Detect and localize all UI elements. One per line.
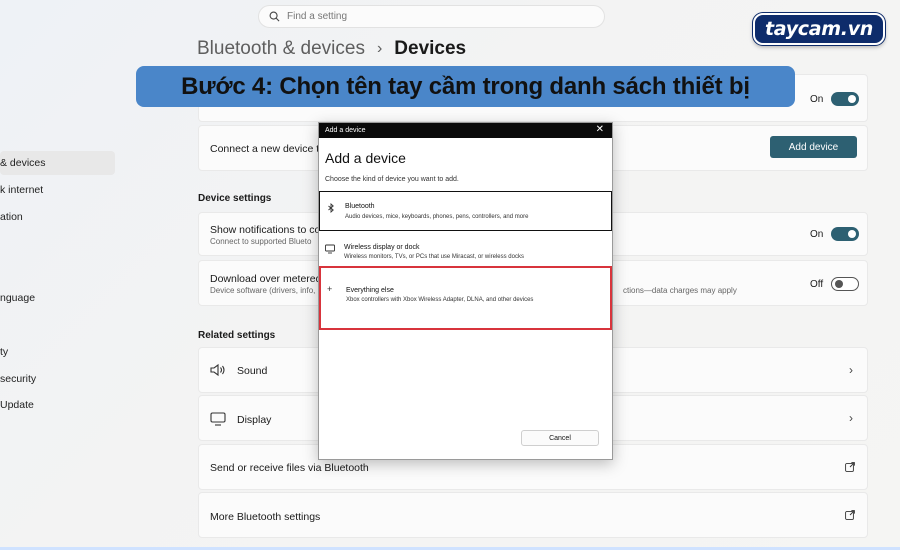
sidebar-item-label: nguage	[0, 292, 36, 304]
add-device-dialog: Add a device ✕ Add a device Choose the k…	[318, 122, 613, 460]
metered-toggle[interactable]	[831, 277, 859, 291]
sidebar-item-language[interactable]: nguage	[0, 286, 115, 310]
breadcrumb-parent[interactable]: Bluetooth & devices	[197, 38, 365, 60]
instruction-banner: Bước 4: Chọn tên tay cầm trong danh sách…	[136, 66, 795, 107]
sidebar-item-label: & devices	[0, 157, 46, 169]
notifications-toggle[interactable]	[831, 227, 859, 241]
add-device-button[interactable]: Add device	[770, 136, 857, 158]
metered-download-title: Download over metered co	[210, 273, 336, 285]
option-bluetooth-title: Bluetooth	[345, 203, 375, 210]
option-wireless-display-title: Wireless display or dock	[344, 244, 420, 251]
sidebar-item-privacy-security[interactable]: security	[0, 367, 115, 391]
device-settings-heading: Device settings	[198, 193, 272, 204]
option-bluetooth[interactable]: Bluetooth Audio devices, mice, keyboards…	[319, 191, 612, 231]
dialog-titlebar: Add a device ✕	[319, 123, 612, 138]
metered-download-subtitle-end: ctions—data charges may apply	[623, 286, 737, 295]
sidebar-item-label: k internet	[0, 184, 44, 196]
bluetooth-icon	[328, 203, 334, 213]
sidebar-item-label: security	[0, 373, 37, 385]
connect-device-title: Connect a new device to "	[210, 143, 332, 155]
speaker-icon	[210, 363, 225, 377]
chevron-right-icon: ›	[849, 411, 853, 425]
monitor-icon	[210, 412, 226, 426]
option-everything-else-subtitle: Xbox controllers with Xbox Wireless Adap…	[346, 297, 534, 303]
external-link-icon	[845, 510, 855, 520]
metered-toggle-label: Off	[810, 279, 824, 290]
dialog-heading: Add a device	[325, 150, 406, 166]
option-everything-else[interactable]: + Everything else Xbox controllers with …	[319, 266, 612, 330]
search-box[interactable]	[258, 5, 605, 28]
dialog-description: Choose the kind of device you want to ad…	[325, 176, 459, 183]
notifications-toggle-label: On	[810, 229, 824, 240]
breadcrumb-separator: ›	[376, 40, 383, 57]
sidebar-item-label: ation	[0, 211, 23, 223]
option-bluetooth-subtitle: Audio devices, mice, keyboards, phones, …	[345, 214, 529, 220]
sidebar-item-windows-update[interactable]: Update	[0, 393, 115, 417]
sound-label: Sound	[237, 365, 268, 377]
display-label: Display	[237, 414, 272, 426]
page-title: Devices	[394, 38, 467, 59]
related-settings-heading: Related settings	[198, 330, 276, 341]
sidebar-item-accessibility[interactable]: ty	[0, 340, 115, 364]
monitor-icon	[325, 244, 335, 254]
more-bluetooth-settings-label: More Bluetooth settings	[210, 511, 321, 523]
related-item-more-bluetooth-settings[interactable]: More Bluetooth settings	[198, 492, 868, 538]
chevron-right-icon: ›	[849, 363, 853, 377]
close-icon[interactable]: ✕	[596, 124, 604, 135]
bluetooth-toggle[interactable]	[831, 92, 859, 106]
logo-text: taycam.vn	[764, 18, 874, 40]
dialog-titlebar-text: Add a device	[325, 127, 366, 134]
sidebar-item-label: ty	[0, 346, 9, 358]
notifications-title: Show notifications to conn	[210, 224, 332, 236]
search-input[interactable]	[287, 11, 567, 22]
sidebar-item-personalization[interactable]: ation	[0, 205, 115, 229]
brand-logo: taycam.vn	[753, 13, 885, 45]
metered-download-subtitle: Device software (drivers, info,	[210, 286, 316, 295]
instruction-banner-text: Bước 4: Chọn tên tay cầm trong danh sách…	[181, 72, 750, 100]
plus-icon: +	[327, 284, 333, 294]
search-icon	[269, 11, 280, 22]
send-receive-files-label: Send or receive files via Bluetooth	[210, 462, 369, 474]
breadcrumb: Bluetooth & devices › Devices	[197, 38, 466, 60]
option-everything-else-title: Everything else	[346, 287, 394, 294]
external-link-icon	[845, 462, 855, 472]
option-wireless-display-subtitle: Wireless monitors, TVs, or PCs that use …	[344, 254, 524, 260]
cancel-button[interactable]: Cancel	[521, 430, 599, 446]
notifications-subtitle: Connect to supported Blueto	[210, 237, 312, 246]
sidebar-item-label: Update	[0, 399, 34, 411]
bluetooth-toggle-label: On	[810, 94, 824, 105]
sidebar-item-network-internet[interactable]: k internet	[0, 178, 115, 202]
sidebar-item-bluetooth-devices[interactable]: & devices	[0, 151, 115, 175]
